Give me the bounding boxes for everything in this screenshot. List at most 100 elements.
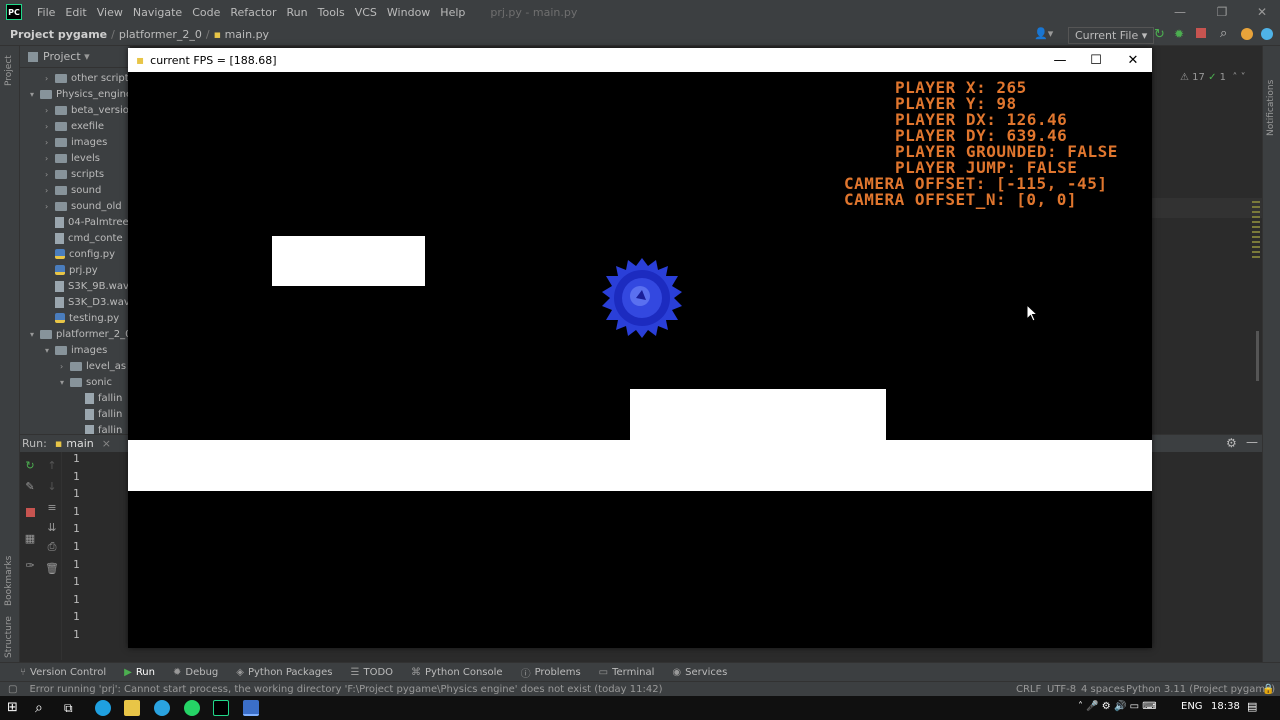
file-explorer-icon[interactable] [124, 700, 140, 716]
tab-debug[interactable]: ✹ Debug [173, 667, 218, 678]
stop-run-icon[interactable] [23, 505, 37, 519]
tree-item[interactable]: ▾ images [45, 342, 107, 358]
project-panel-title[interactable]: Project [43, 50, 81, 63]
tree-item[interactable]: testing.py [45, 310, 119, 326]
breadcrumb-project[interactable]: Project pygame [0, 28, 111, 41]
tab-version-control[interactable]: ⑂ Version Control [20, 667, 106, 678]
inspection-warnings[interactable]: ⚠ 17 ✓ 1 ˄ ˅ [1180, 72, 1246, 83]
chevron-right-icon[interactable]: › [45, 186, 55, 195]
tree-item[interactable]: › levels [45, 150, 100, 166]
run-config-select[interactable]: Current File ▾ [1068, 27, 1155, 44]
chevron-right-icon[interactable]: › [45, 106, 55, 115]
tree-item[interactable]: › sound [45, 182, 101, 198]
tree-item[interactable]: ▾ platformer_2_0 [30, 326, 130, 342]
system-tray-icons[interactable]: ˄ 🎤 ⚙ 🔊 ▭ ⌨ [1078, 701, 1157, 712]
menu-refactor[interactable]: Refactor [225, 6, 281, 19]
tree-item[interactable]: config.py [45, 246, 115, 262]
soft-wrap-icon[interactable]: ≡ [45, 500, 59, 514]
tab-python-console[interactable]: ⌘ Python Console [411, 667, 503, 678]
tree-item[interactable]: fallin [75, 406, 122, 422]
run-tab-main[interactable]: main [66, 437, 93, 450]
editor-scrollbar[interactable] [1256, 331, 1259, 381]
language-indicator[interactable]: ENG [1181, 701, 1203, 712]
menu-code[interactable]: Code [187, 6, 225, 19]
task-view-icon[interactable]: ⧉ [64, 700, 80, 716]
tree-item[interactable]: › images [45, 134, 107, 150]
updates-icon[interactable] [1241, 28, 1253, 40]
menu-file[interactable]: File [32, 6, 60, 19]
chevron-down-icon[interactable]: ▾ [60, 378, 70, 387]
line-separator[interactable]: CRLF [1016, 682, 1041, 697]
status-message[interactable]: Error running 'prj': Cannot start proces… [29, 684, 662, 695]
search-icon[interactable]: ⌕ [1220, 26, 1227, 41]
tree-item[interactable]: › scripts [45, 166, 104, 182]
tree-item[interactable]: › exefile [45, 118, 104, 134]
chevron-right-icon[interactable]: › [45, 154, 55, 163]
chevron-right-icon[interactable]: › [45, 122, 55, 131]
menu-tools[interactable]: Tools [313, 6, 350, 19]
tree-item[interactable]: S3K_9B.wav [45, 278, 129, 294]
lock-icon[interactable]: 🔒 [1262, 682, 1274, 697]
jetbrains-icon[interactable] [1261, 28, 1273, 40]
menu-edit[interactable]: Edit [60, 6, 91, 19]
notification-center-icon[interactable]: ▤ [1247, 700, 1257, 713]
tab-python-packages[interactable]: ◈ Python Packages [236, 667, 332, 678]
user-icon[interactable]: 👤▾ [1034, 27, 1053, 40]
run-console[interactable]: 1 1 1 1 1 1 1 1 1 1 1 [62, 452, 128, 660]
indent-setting[interactable]: 4 spaces [1081, 682, 1125, 697]
rerun-icon[interactable]: ↻ [23, 458, 37, 472]
scroll-to-end-icon[interactable]: ⇊ [45, 520, 59, 534]
chevron-down-icon[interactable]: ▾ [30, 90, 40, 99]
breadcrumb-folder[interactable]: platformer_2_0 [115, 28, 206, 41]
layout-icon[interactable]: ▦ [23, 531, 37, 545]
file-encoding[interactable]: UTF-8 [1047, 682, 1076, 697]
structure-tool-tab[interactable]: Structure [4, 616, 14, 658]
game-maximize-icon[interactable]: ☐ [1078, 48, 1114, 72]
tree-item[interactable]: ▾ Physics_engine [30, 86, 130, 102]
trash-icon[interactable]: 🗑 [45, 561, 59, 575]
breadcrumb-file[interactable]: ▪ main.py [210, 28, 273, 41]
pycharm-taskbar-icon[interactable] [213, 700, 229, 716]
settings-gear-icon[interactable]: ⚙ [1226, 436, 1237, 450]
menu-run[interactable]: Run [282, 6, 313, 19]
game-canvas[interactable]: PLAYER X: 265 PLAYER Y: 98 PLAYER DX: 12… [128, 72, 1152, 648]
chevron-right-icon[interactable]: › [45, 170, 55, 179]
tree-item[interactable]: 04-Palmtree [45, 214, 129, 230]
close-run-tab-icon[interactable]: × [102, 437, 111, 450]
pygame-taskbar-icon[interactable] [243, 700, 259, 716]
stop-icon[interactable] [1196, 28, 1206, 38]
tree-item[interactable]: › other scripts [45, 70, 130, 86]
tab-problems[interactable]: ⓘ Problems [521, 665, 581, 680]
run-icon[interactable]: ↻ [1154, 27, 1165, 42]
tree-item[interactable]: ▾ sonic [60, 374, 112, 390]
tree-item[interactable]: cmd_conte [45, 230, 123, 246]
menu-navigate[interactable]: Navigate [128, 6, 187, 19]
chevron-right-icon[interactable]: › [60, 362, 70, 371]
scroll-up-icon[interactable]: ↑ [45, 458, 59, 472]
tree-item[interactable]: › level_as [60, 358, 126, 374]
minimize-icon[interactable]: — [1160, 0, 1200, 24]
menu-window[interactable]: Window [382, 6, 435, 19]
clock[interactable]: 18:38 [1211, 701, 1240, 712]
edge-browser-icon[interactable] [95, 700, 111, 716]
menu-help[interactable]: Help [435, 6, 470, 19]
python-interpreter[interactable]: Python 3.11 (Project pygame) [1126, 682, 1275, 697]
close-icon[interactable]: ✕ [1242, 0, 1280, 24]
search-icon[interactable]: ⌕ [35, 700, 51, 716]
chevron-down-icon[interactable]: ▾ [30, 330, 40, 339]
tree-item[interactable]: › sound_old [45, 198, 122, 214]
whatsapp-icon[interactable] [184, 700, 200, 716]
bookmarks-tool-tab[interactable]: Bookmarks [4, 556, 14, 606]
notifications-tool-tab[interactable]: Notifications [1266, 80, 1276, 136]
menu-view[interactable]: View [92, 6, 128, 19]
tab-terminal[interactable]: ▭ Terminal [599, 667, 655, 678]
tab-todo[interactable]: ☰ TODO [351, 667, 394, 678]
chevron-right-icon[interactable]: › [45, 138, 55, 147]
windows-start-icon[interactable]: ⊞ [7, 700, 23, 716]
game-close-icon[interactable]: ✕ [1115, 48, 1151, 72]
hide-panel-icon[interactable]: — [1246, 435, 1258, 449]
debug-icon[interactable]: ✹ [1174, 27, 1184, 41]
tree-item[interactable]: fallin [75, 390, 122, 406]
tree-item[interactable]: S3K_D3.wav [45, 294, 130, 310]
game-minimize-icon[interactable]: — [1042, 48, 1078, 72]
